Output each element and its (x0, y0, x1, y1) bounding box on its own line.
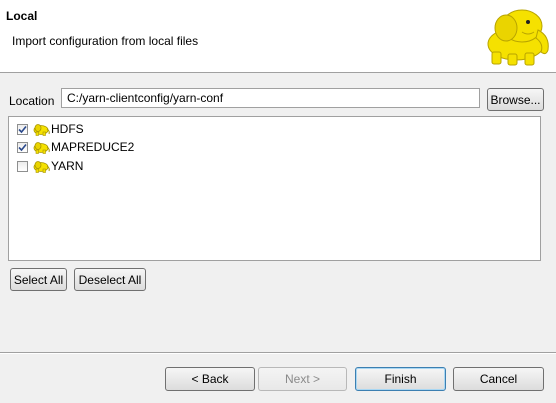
finish-button[interactable]: Finish (355, 367, 446, 391)
checkmark-icon (18, 125, 27, 133)
browse-button[interactable]: Browse... (487, 88, 544, 111)
hdfs-checkbox[interactable] (17, 123, 28, 135)
hadoop-elephant-logo-icon (487, 9, 549, 66)
footer-separator (0, 352, 556, 354)
list-item-hdfs[interactable]: HDFS (9, 120, 84, 138)
select-all-button[interactable]: Select All (10, 268, 67, 291)
page-title: Local (6, 9, 38, 23)
back-button[interactable]: < Back (165, 367, 255, 391)
location-field[interactable]: C:/yarn-clientconfig/yarn-conf (61, 88, 480, 108)
list-item-yarn[interactable]: YARN (9, 157, 83, 175)
yarn-checkbox[interactable] (17, 160, 28, 172)
mapreduce2-checkbox[interactable] (17, 141, 28, 153)
list-item-label: MAPREDUCE2 (51, 140, 135, 154)
hadoop-elephant-icon (33, 141, 50, 154)
list-item-label: HDFS (51, 122, 84, 136)
checkmark-icon (18, 143, 27, 151)
list-item-mapreduce2[interactable]: MAPREDUCE2 (9, 138, 134, 156)
deselect-all-button[interactable]: Deselect All (74, 268, 146, 291)
cancel-button[interactable]: Cancel (453, 367, 544, 391)
service-list: HDFS MAPREDUCE2 YARN (8, 116, 541, 261)
page-subtitle: Import configuration from local files (12, 34, 199, 48)
location-label: Location (9, 94, 55, 108)
wizard-header: Local Import configuration from local fi… (0, 0, 556, 73)
next-button[interactable]: Next > (258, 367, 347, 391)
hadoop-elephant-icon (33, 160, 50, 173)
list-item-label: YARN (51, 159, 84, 173)
hadoop-elephant-icon (33, 123, 50, 136)
